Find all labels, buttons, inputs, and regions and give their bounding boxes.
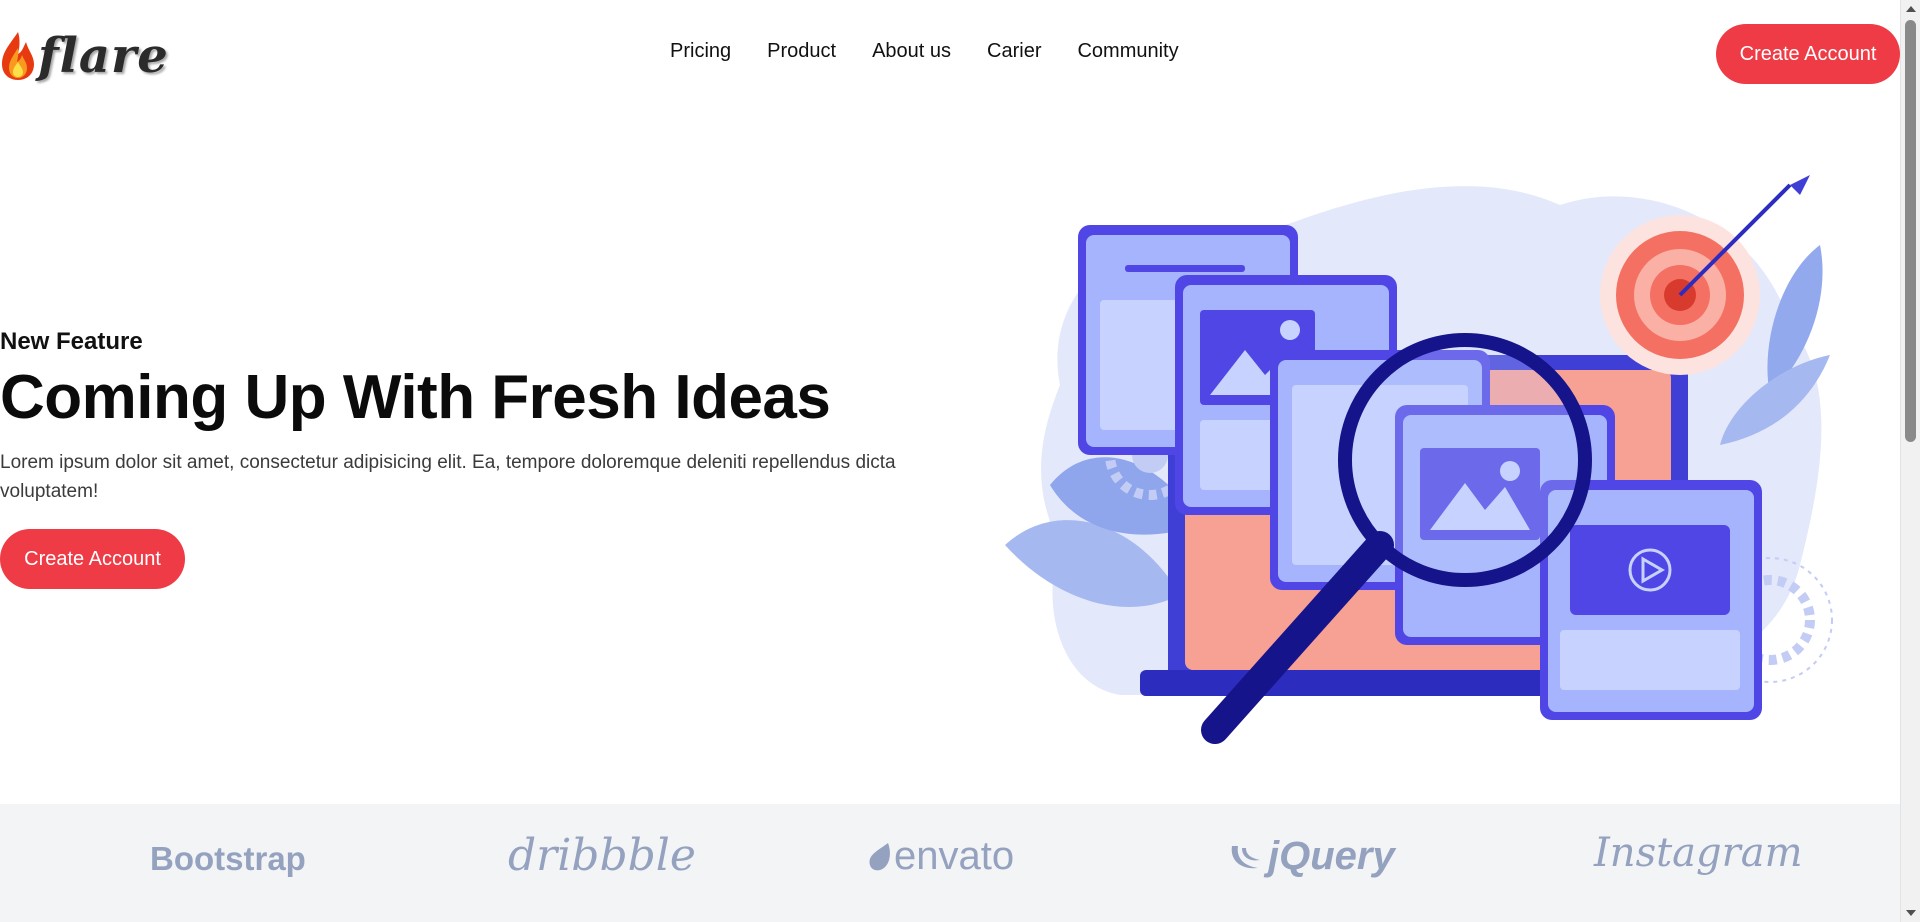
hero-illustration	[1000, 165, 1850, 755]
brand-logo-dribbble: dribbble	[508, 830, 696, 881]
header-create-account-button[interactable]: Create Account	[1716, 24, 1900, 84]
hero-description: Lorem ipsum dolor sit amet, consectetur …	[0, 452, 896, 502]
jquery-swoosh-icon	[1231, 845, 1260, 868]
landing-page: flare Pricing Product About us Carier Co…	[0, 0, 1920, 922]
hero-section: New Feature Coming Up With Fresh Ideas L…	[0, 326, 920, 506]
nav-link-about-us[interactable]: About us	[872, 40, 951, 63]
nav-link-community[interactable]: Community	[1077, 40, 1178, 63]
scrollbar-thumb[interactable]	[1905, 20, 1916, 442]
nav-link-carier[interactable]: Carier	[987, 40, 1041, 63]
scroll-up-arrow-icon[interactable]	[1906, 6, 1916, 12]
hero-create-account-button[interactable]: Create Account	[0, 529, 185, 589]
hero-eyebrow: New Feature	[0, 328, 143, 355]
logo[interactable]: flare	[0, 24, 169, 88]
main-nav: Pricing Product About us Carier Communit…	[670, 40, 1179, 63]
magnifier-browser-illustration	[1005, 175, 1833, 744]
brand-logos-band: Bootstrap dribbble envato jQuery Instagr…	[0, 804, 1900, 922]
vertical-scrollbar[interactable]	[1900, 0, 1920, 922]
nav-link-product[interactable]: Product	[767, 40, 836, 63]
brand-logo-jquery-text: jQuery	[1268, 834, 1395, 878]
envato-leaf-icon	[869, 842, 890, 870]
brand-logo-jquery: jQuery	[1228, 834, 1395, 879]
nav-link-pricing[interactable]: Pricing	[670, 40, 731, 63]
site-header: flare Pricing Product About us Carier Co…	[0, 0, 1900, 112]
hero-title: Coming Up With Fresh Ideas	[0, 363, 831, 432]
brand-logo-instagram: Instagram	[1594, 830, 1803, 876]
flame-icon	[2, 32, 34, 80]
brand-logo-envato: envato	[866, 834, 1014, 879]
brand-logo-envato-text: envato	[894, 834, 1015, 878]
brand-logo-bootstrap: Bootstrap	[150, 840, 306, 877]
logo-text: flare	[38, 28, 169, 84]
scroll-down-arrow-icon[interactable]	[1906, 910, 1916, 916]
